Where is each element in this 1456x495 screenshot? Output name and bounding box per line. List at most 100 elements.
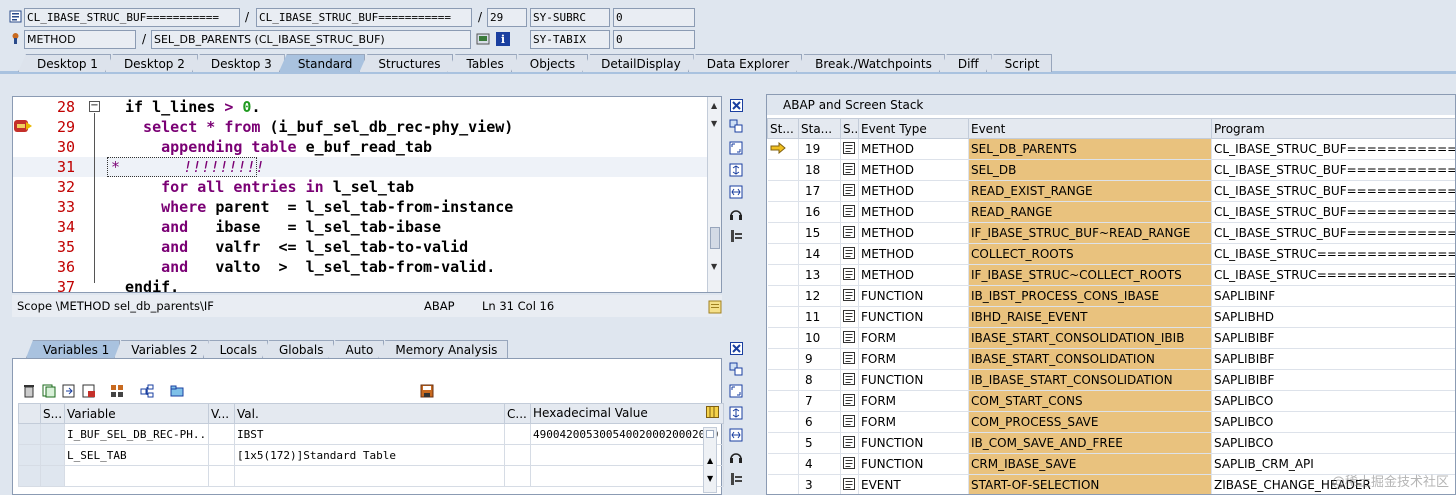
tab-memory-analysis[interactable]: Memory Analysis [378,340,509,358]
import-icon[interactable] [61,383,77,399]
stack-row[interactable]: 11 FUNCTION IBHD_RAISE_EVENT SAPLIBHD [767,306,1455,328]
event-name[interactable]: IBASE_START_CONSOLIDATION_IBIB [968,327,1212,349]
col-s[interactable]: S... [840,118,859,139]
col-v[interactable]: V... [208,403,235,424]
code-line[interactable]: 34 and ibase = l_sel_tab-ibase [13,217,709,237]
expand-horizontal-icon[interactable] [728,184,744,200]
tab-breakpoints[interactable]: Break./Watchpoints [796,54,945,72]
save-icon[interactable] [419,383,435,399]
code-line[interactable]: 37 endif. [13,277,709,292]
variable-hex[interactable] [530,465,724,487]
code-line[interactable]: 30 appending table e_buf_read_tab [13,137,709,157]
table-row[interactable]: I_BUF_SEL_DB_REC-PH... IBST 490042005300… [18,423,724,445]
tab-desktop-1[interactable]: Desktop 1 [18,54,111,72]
variable-value[interactable]: [1x5(172)]Standard Table [234,444,505,466]
program-field[interactable]: CL_IBASE_STRUC_BUF=========== [24,8,240,27]
tab-desktop-3[interactable]: Desktop 3 [191,54,285,72]
variable-hex[interactable]: 4900420053005400200020002000 [530,423,724,445]
copy-icon[interactable] [41,383,57,399]
event-type-field[interactable]: METHOD [24,30,136,49]
expand-vertical-icon[interactable] [728,405,744,421]
stack-row[interactable]: 18 METHOD SEL_DB CL_IBASE_STRUC_BUF========… [767,159,1455,181]
sysvar-value-field[interactable]: 0 [613,8,695,27]
stack-row[interactable]: 7 FORM COM_START_CONS SAPLIBCO [767,390,1455,412]
delete-icon[interactable] [21,383,37,399]
stack-row[interactable]: 9 FORM IBASE_START_CONSOLIDATION SAPLIBIBF [767,348,1455,370]
headset-icon[interactable] [728,449,744,465]
stack-row[interactable]: 19 METHOD SEL_DB_PARENTS CL_IBASE_STRUC_BUF… [767,138,1455,160]
variable-value[interactable]: IBST [234,423,505,445]
code-line[interactable]: 29 select * from (i_buf_sel_db_rec-phy_v… [13,117,709,137]
stack-row[interactable]: 13 METHOD IF_IBASE_STRUC~COLLECT_ROOTS CL_I… [767,264,1455,286]
stack-row[interactable]: 14 METHOD COLLECT_ROOTS CL_IBASE_STRUC=====… [767,243,1455,265]
structure-icon[interactable] [109,383,125,399]
event-name[interactable]: IBHD_RAISE_EVENT [968,306,1212,328]
event-name[interactable]: COLLECT_ROOTS [968,243,1212,265]
column-settings-icon[interactable] [706,406,719,421]
stack-row[interactable]: 5 FUNCTION IB_COM_SAVE_AND_FREE SAPLIBCO [767,432,1455,454]
variable-value[interactable] [234,465,505,487]
event-name[interactable]: IF_IBASE_STRUC_BUF~READ_RANGE [968,222,1212,244]
event-name[interactable]: START-OF-SELECTION [968,474,1212,494]
event-name-field[interactable]: SEL_DB_PARENTS (CL_IBASE_STRUC_BUF) [151,30,471,49]
tab-detail-display[interactable]: DetailDisplay [582,54,694,72]
col-event-type[interactable]: Event Type [858,118,969,139]
table-row[interactable]: L_SEL_TAB [1x5(172)]Standard Table [18,444,724,466]
stack-row[interactable]: 15 METHOD IF_IBASE_STRUC_BUF~READ_RANGE CL_… [767,222,1455,244]
col-variable[interactable]: Variable [64,403,209,424]
sysvar-name-field[interactable]: SY-SUBRC [530,8,610,27]
event-name[interactable]: SEL_DB_PARENTS [968,138,1212,160]
tab-script[interactable]: Script [985,54,1053,72]
info-icon[interactable]: i [495,31,511,47]
expand-horizontal-icon[interactable] [728,427,744,443]
tab-desktop-2[interactable]: Desktop 2 [104,54,198,72]
table-row[interactable] [18,465,724,487]
folder-icon[interactable] [169,383,185,399]
code-line[interactable]: 32 for all entries in l_sel_tab [13,177,709,197]
tab-objects[interactable]: Objects [510,54,589,72]
variable-name[interactable] [64,465,209,487]
tab-diff[interactable]: Diff [938,54,992,72]
col-value[interactable]: Val. [234,403,505,424]
code-line[interactable]: 28 if l_lines > 0. [13,97,709,117]
stack-row[interactable]: 10 FORM IBASE_START_CONSOLIDATION_IBIB SAPL… [767,327,1455,349]
tab-standard[interactable]: Standard [278,54,366,72]
close-icon[interactable] [728,340,744,356]
col-status[interactable]: S... [40,403,65,424]
event-name[interactable]: COM_START_CONS [968,390,1212,412]
col-stack-level[interactable]: Sta... [798,118,841,139]
tools-icon[interactable] [728,228,744,244]
tab-structures[interactable]: Structures [359,54,454,72]
stack-row[interactable]: 12 FUNCTION IB_IBST_PROCESS_CONS_IBASE SAPL… [767,285,1455,307]
export-icon[interactable] [81,383,97,399]
col-program[interactable]: Program [1211,118,1455,139]
tools-icon[interactable] [728,471,744,487]
variables-scrollbar[interactable]: ▲ ▼ [703,427,717,493]
event-name[interactable]: IB_IBASE_START_CONSOLIDATION [968,369,1212,391]
variable-name[interactable]: I_BUF_SEL_DB_REC-PH... [64,423,209,445]
tab-globals[interactable]: Globals [261,340,335,358]
tab-auto[interactable]: Auto [328,340,385,358]
display-icon[interactable] [475,31,491,47]
stack-row[interactable]: 8 FUNCTION IB_IBASE_START_CONSOLIDATION SAP… [767,369,1455,391]
event-name[interactable]: COM_PROCESS_SAVE [968,411,1212,433]
stack-row[interactable]: 16 METHOD READ_RANGE CL_IBASE_STRUC_BUF====… [767,201,1455,223]
event-name[interactable]: CRM_IBASE_SAVE [968,453,1212,475]
line-number-field[interactable]: 29 [487,8,527,27]
include-field[interactable]: CL_IBASE_STRUC_BUF=========== [256,8,472,27]
event-name[interactable]: SEL_DB [968,159,1212,181]
expand-vertical-icon[interactable] [728,162,744,178]
stack-row[interactable]: 6 FORM COM_PROCESS_SAVE SAPLIBCO [767,411,1455,433]
col-st[interactable]: St... [767,118,799,139]
tab-variables-1[interactable]: Variables 1 [26,340,121,358]
maximize-icon[interactable] [728,383,744,399]
col-c[interactable]: C... [504,403,531,424]
tab-locals[interactable]: Locals [202,340,268,358]
event-name[interactable]: IF_IBASE_STRUC~COLLECT_ROOTS [968,264,1212,286]
tab-tables[interactable]: Tables [447,54,517,72]
code-line[interactable]: 35 and valfr <= l_sel_tab-to-valid [13,237,709,257]
event-name[interactable]: IB_COM_SAVE_AND_FREE [968,432,1212,454]
variable-name[interactable]: L_SEL_TAB [64,444,209,466]
sysvar-name-field-2[interactable]: SY-TABIX [530,30,610,49]
hierarchy-icon[interactable] [139,383,155,399]
